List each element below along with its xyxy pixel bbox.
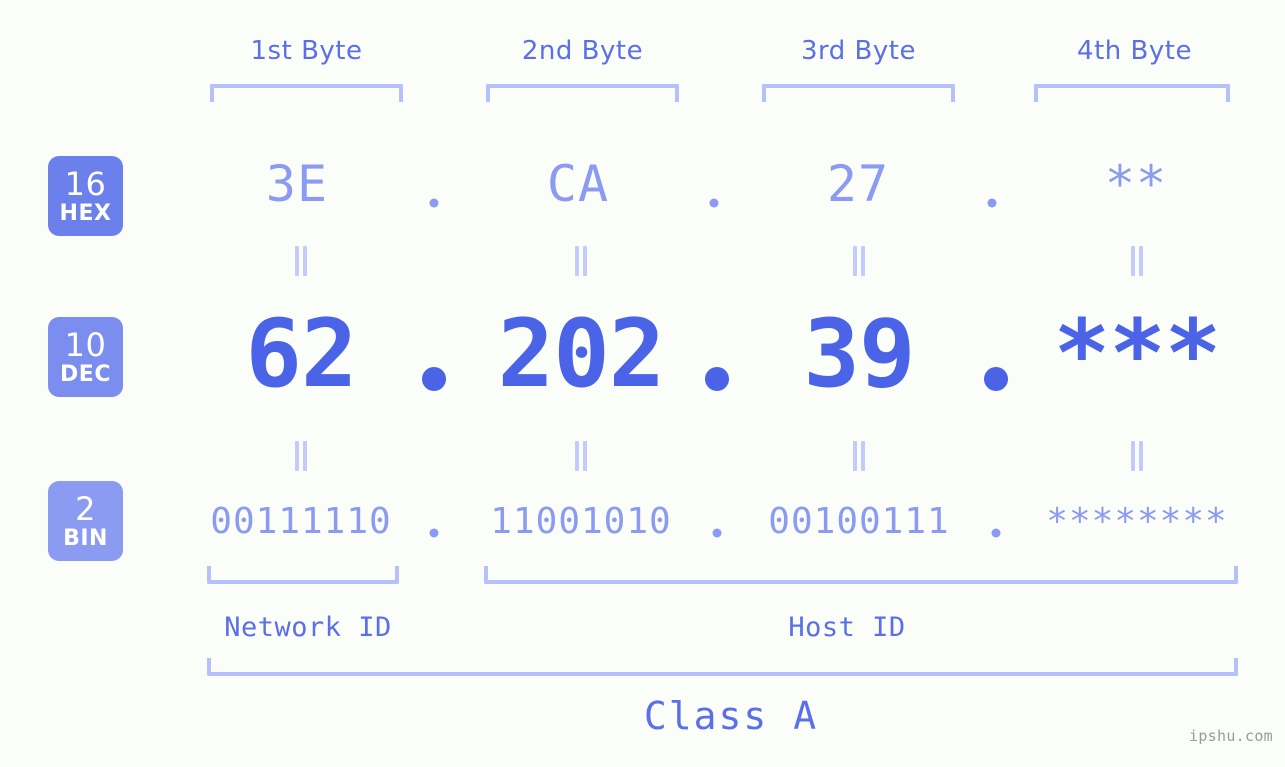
dec-separator-1 xyxy=(422,367,446,391)
base-badge-dec-number: 10 xyxy=(64,325,107,364)
base-badge-hex: 16 HEX xyxy=(48,156,123,236)
equals-connector-hex-dec-2 xyxy=(574,246,588,276)
bin-byte-4: ******** xyxy=(1046,501,1228,542)
byte-header-4: 4th Byte xyxy=(1077,36,1192,66)
class-bracket xyxy=(207,658,1238,676)
hex-separator-2 xyxy=(709,198,719,208)
ip-address-diagram: 1st Byte 2nd Byte 3rd Byte 4th Byte 16 H… xyxy=(0,0,1285,767)
site-watermark: ipshu.com xyxy=(1189,727,1273,745)
base-badge-dec-name: DEC xyxy=(60,361,111,387)
bin-byte-2: 11001010 xyxy=(490,501,672,542)
class-label: Class A xyxy=(643,694,819,738)
base-badge-bin-number: 2 xyxy=(75,489,96,528)
base-badge-dec: 10 DEC xyxy=(48,317,123,397)
dec-separator-3 xyxy=(984,367,1008,391)
bin-separator-3 xyxy=(991,528,1001,538)
host-id-bracket xyxy=(484,566,1238,584)
hex-byte-1: 3E xyxy=(265,155,329,213)
equals-connector-hex-dec-1 xyxy=(294,246,308,276)
bin-separator-1 xyxy=(429,528,439,538)
network-id-label: Network ID xyxy=(224,612,392,643)
equals-connector-dec-bin-1 xyxy=(294,441,308,471)
network-id-bracket xyxy=(207,566,399,584)
base-badge-bin: 2 BIN xyxy=(48,481,123,561)
equals-connector-dec-bin-2 xyxy=(574,441,588,471)
byte-header-3: 3rd Byte xyxy=(801,36,916,66)
host-id-label: Host ID xyxy=(788,612,906,643)
bin-separator-2 xyxy=(712,528,722,538)
byte-header-2: 2nd Byte xyxy=(521,36,644,66)
dec-separator-2 xyxy=(705,367,729,391)
equals-connector-dec-bin-4 xyxy=(1130,441,1144,471)
byte-bracket-3 xyxy=(762,84,955,102)
equals-connector-dec-bin-3 xyxy=(852,441,866,471)
hex-byte-2: CA xyxy=(546,155,610,213)
dec-byte-1: 62 xyxy=(245,300,357,409)
byte-bracket-2 xyxy=(486,84,679,102)
dec-byte-2: 202 xyxy=(497,300,666,409)
equals-connector-hex-dec-4 xyxy=(1130,246,1144,276)
byte-bracket-4 xyxy=(1034,84,1230,102)
hex-separator-3 xyxy=(987,198,997,208)
base-badge-hex-name: HEX xyxy=(59,200,112,226)
equals-connector-hex-dec-3 xyxy=(852,246,866,276)
base-badge-hex-number: 16 xyxy=(64,164,107,203)
dec-byte-3: 39 xyxy=(803,300,915,409)
dec-byte-4: *** xyxy=(1053,300,1222,409)
bin-byte-3: 00100111 xyxy=(768,501,950,542)
byte-header-1: 1st Byte xyxy=(250,36,363,66)
bin-byte-1: 00111110 xyxy=(210,501,392,542)
hex-byte-3: 27 xyxy=(826,155,890,213)
base-badge-bin-name: BIN xyxy=(63,525,108,551)
hex-separator-1 xyxy=(429,198,439,208)
byte-bracket-1 xyxy=(210,84,403,102)
hex-byte-4: ** xyxy=(1104,155,1168,213)
